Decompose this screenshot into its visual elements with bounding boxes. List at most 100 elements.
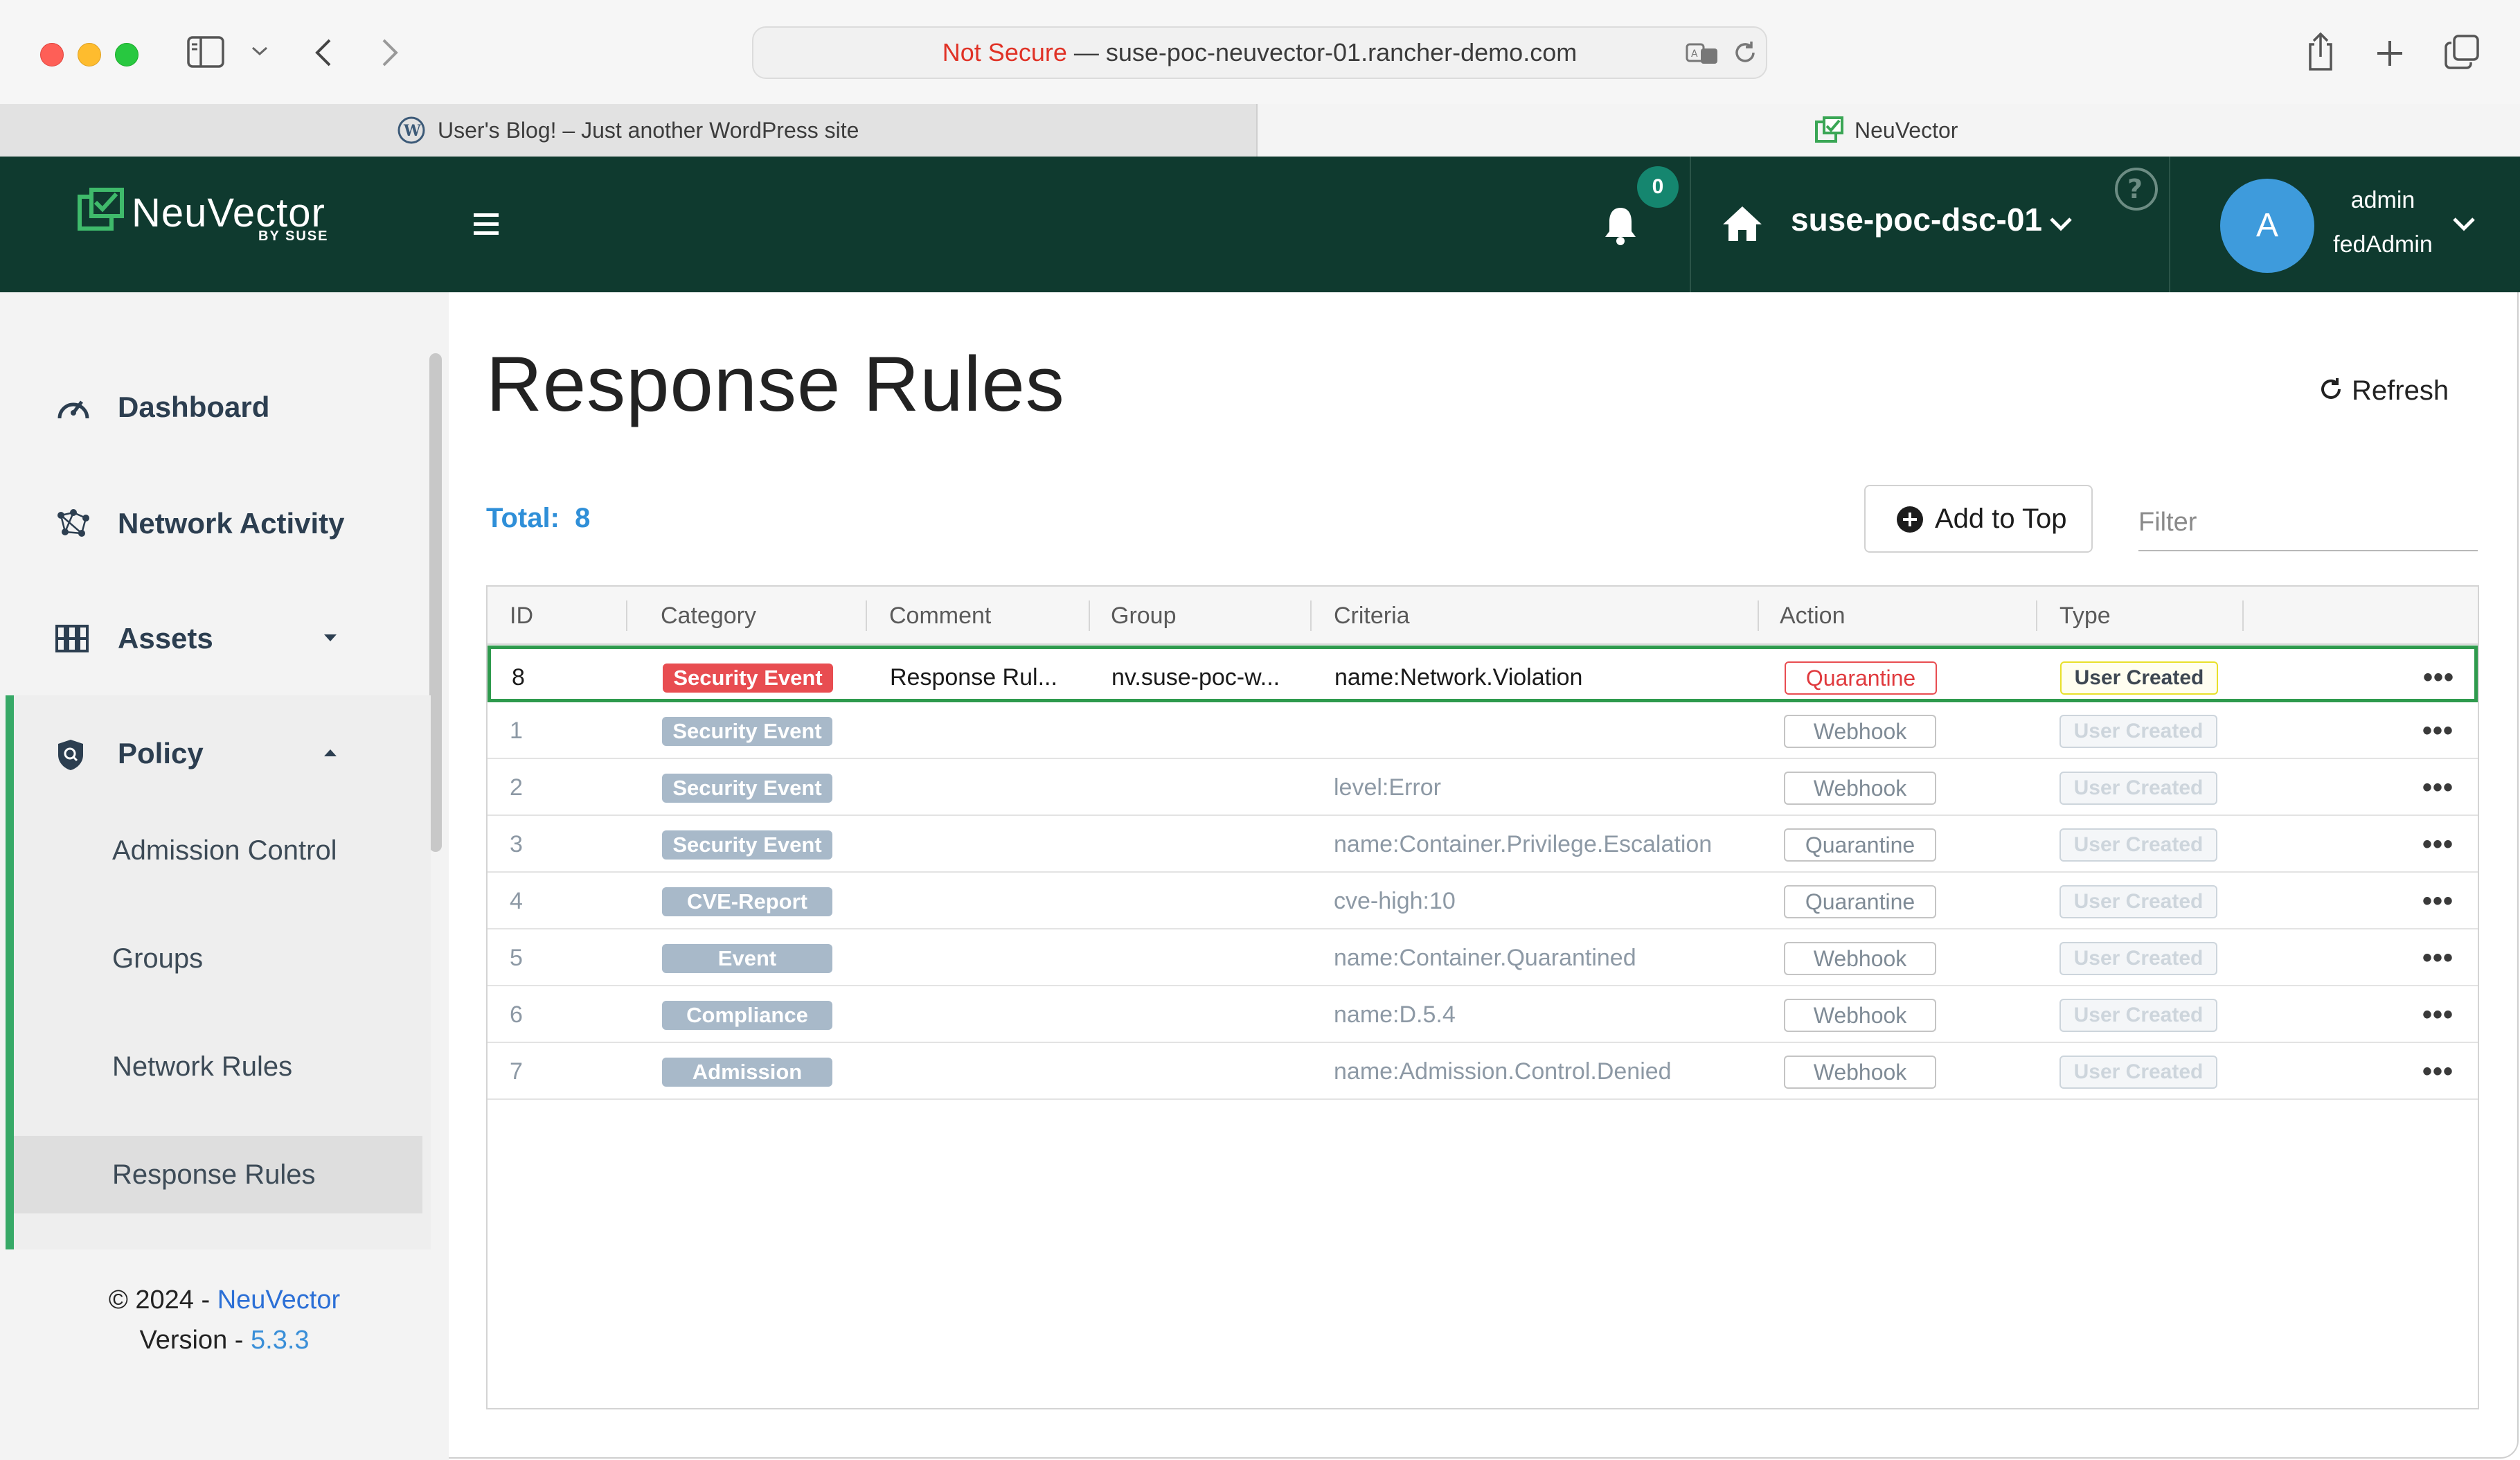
row-id: 4 [510,888,523,914]
row-menu-icon[interactable]: ••• [2422,759,2454,816]
sidebar-item-response-rules[interactable]: Response Rules [112,1159,316,1191]
column-header-id[interactable]: ID [510,587,533,645]
row-menu-icon[interactable]: ••• [2422,873,2454,929]
column-header-criteria[interactable]: Criteria [1334,587,1410,645]
assets-icon [55,623,89,657]
category-badge: CVE-Report [662,887,832,916]
chevron-down-icon[interactable] [2048,216,2073,235]
minimize-window-button[interactable] [78,43,101,66]
column-separator [626,600,627,631]
avatar[interactable]: A [2220,179,2314,273]
table-row[interactable]: 5 Event name:Container.Quarantined Webho… [488,929,2478,986]
sidebar-item-label: Dashboard [118,391,270,423]
refresh-label: Refresh [2352,375,2449,406]
action-badge: Webhook [1784,772,1936,805]
row-criteria: cve-high:10 [1334,888,1456,914]
add-to-top-button[interactable]: Add to Top [1864,485,2093,553]
cluster-selector[interactable]: suse-poc-dsc-01 [1791,201,2042,238]
help-icon[interactable]: ? [2114,166,2159,215]
url-separator: — [1066,38,1106,66]
table-row[interactable]: 4 CVE-Report cve-high:10 Quarantine User… [488,873,2478,929]
tab-wordpress[interactable]: W User's Blog! – Just another WordPress … [0,104,1258,157]
sidebar-item-groups[interactable]: Groups [112,943,203,974]
row-id: 2 [510,774,523,801]
filter-input[interactable] [2138,495,2478,551]
new-tab-icon[interactable] [2375,39,2404,68]
caret-up-icon [323,748,338,761]
footer-version: Version - 5.3.3 [0,1326,449,1355]
column-header-comment[interactable]: Comment [889,587,991,645]
row-id: 3 [510,831,523,857]
type-badge: User Created [2059,942,2217,975]
column-header-action[interactable]: Action [1780,587,1846,645]
sidebar-item-assets[interactable]: Assets [0,590,422,687]
table-row[interactable]: 7 Admission name:Admission.Control.Denie… [488,1043,2478,1100]
column-separator [866,600,867,631]
translate-icon[interactable]: A [1686,42,1720,66]
row-id: 1 [510,718,523,744]
svg-text:?: ? [2127,174,2143,204]
close-window-button[interactable] [40,43,64,66]
column-header-group[interactable]: Group [1111,587,1177,645]
row-menu-icon[interactable]: ••• [2422,1043,2454,1100]
neuvector-logo-icon[interactable] [76,187,126,239]
row-menu-icon[interactable]: ••• [2422,702,2454,759]
menu-hamburger-icon[interactable] [472,212,500,239]
row-criteria: level:Error [1334,774,1441,801]
row-menu-icon[interactable]: ••• [2422,986,2454,1043]
sidebar-scrollbar[interactable] [429,353,442,852]
table-row[interactable]: 6 Compliance name:D.5.4 Webhook User Cre… [488,986,2478,1043]
zoom-window-button[interactable] [115,43,138,66]
type-badge: User Created [2059,772,2217,805]
header-divider [1690,157,1691,292]
refresh-icon [2318,377,2343,405]
table-row[interactable]: 1 Security Event Webhook User Created ••… [488,702,2478,759]
category-badge: Security Event [662,774,832,803]
row-criteria: name:Container.Quarantined [1334,945,1636,971]
table-row[interactable]: 3 Security Event name:Container.Privileg… [488,816,2478,873]
sidebar-toggle-icon[interactable] [187,36,224,68]
tab-label: User's Blog! – Just another WordPress si… [438,118,859,143]
bell-icon[interactable] [1602,204,1638,250]
address-bar[interactable]: Not Secure — suse-poc-neuvector-01.ranch… [752,26,1767,79]
sidebar-item-admission-control[interactable]: Admission Control [112,835,337,866]
row-menu-icon[interactable]: ••• [2422,929,2454,986]
tab-neuvector[interactable]: NeuVector [1258,104,2520,157]
column-header-category[interactable]: Category [661,587,756,645]
column-header-type[interactable]: Type [2059,587,2111,645]
svg-text:A: A [1691,48,1698,60]
row-menu-icon[interactable]: ••• [2422,816,2454,873]
action-badge: Webhook [1784,715,1936,748]
back-icon[interactable] [313,37,334,68]
type-badge: User Created [2059,999,2217,1032]
refresh-button[interactable]: Refresh [2318,375,2449,407]
neuvector-link[interactable]: NeuVector [217,1285,340,1315]
neuvector-favicon-icon [1814,116,1845,149]
speedometer-icon [55,392,89,425]
add-to-top-label: Add to Top [1935,504,2067,534]
notification-count-badge: 0 [1637,166,1679,208]
sidebar-item-network-activity[interactable]: Network Activity [0,475,422,572]
row-id: 5 [510,945,523,971]
type-badge: User Created [2059,1056,2217,1089]
category-badge: Security Event [662,717,832,746]
tab-overview-icon[interactable] [2445,35,2479,69]
chevron-down-icon[interactable] [251,46,269,57]
sidebar-item-dashboard[interactable]: Dashboard [0,359,422,456]
reload-icon[interactable] [1731,39,1759,66]
home-icon[interactable] [1722,205,1763,246]
row-criteria: name:Container.Privilege.Escalation [1334,831,1713,857]
forward-icon[interactable] [379,37,400,68]
row-criteria: name:Network.Violation [1334,664,1583,691]
column-separator [1758,600,1759,631]
row-menu-icon[interactable]: ••• [2423,649,2454,706]
sidebar-item-network-rules[interactable]: Network Rules [112,1051,292,1083]
share-icon[interactable] [2305,32,2336,72]
chevron-down-icon[interactable] [2451,216,2476,235]
sidebar-item-label: Assets [118,622,213,655]
column-separator [2036,600,2037,631]
action-badge: Quarantine [1784,885,1936,918]
table-row[interactable]: 2 Security Event level:Error Webhook Use… [488,759,2478,816]
table-row[interactable]: 8 Security Event Response Rul... nv.suse… [488,646,2478,702]
sidebar-item-policy[interactable]: Policy [0,705,422,802]
